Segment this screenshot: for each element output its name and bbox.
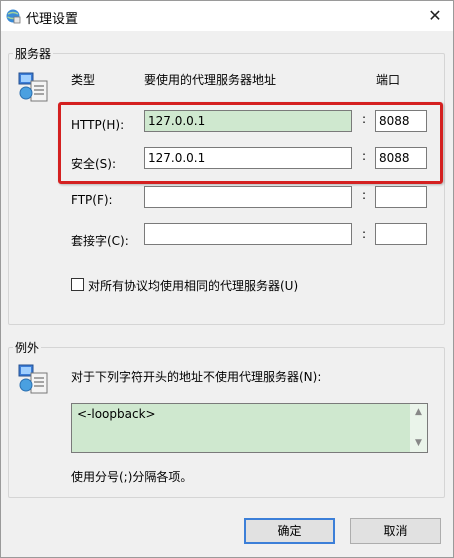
exceptions-group-label: 例外 — [13, 339, 42, 356]
servers-group-label: 服务器 — [13, 45, 54, 62]
scroll-down-icon[interactable]: ▼ — [410, 435, 427, 452]
socks-colon: : — [362, 227, 367, 241]
scroll-up-icon[interactable]: ▲ — [410, 404, 427, 421]
exceptions-scrollbar[interactable]: ▲ ▼ — [410, 404, 427, 452]
annotation-highlight-box — [58, 102, 443, 184]
column-header-address: 要使用的代理服务器地址 — [144, 73, 277, 87]
window-title: 代理设置 — [26, 12, 79, 27]
ftp-address-field[interactable] — [144, 186, 352, 208]
ftp-colon: : — [362, 188, 367, 202]
exceptions-textarea[interactable]: <-loopback> ▲ ▼ — [71, 403, 428, 453]
ftp-label: FTP(F): — [71, 193, 113, 207]
exceptions-hint: 使用分号(;)分隔各项。 — [71, 470, 193, 484]
ftp-port-field[interactable] — [375, 186, 427, 208]
network-list-icon — [18, 364, 48, 394]
close-icon[interactable]: ✕ — [417, 1, 453, 31]
ok-button[interactable]: 确定 — [244, 518, 335, 544]
proxy-settings-dialog: 代理设置 ✕ 服务器 类型 要使用的代理服务器地址 端口 HTTP(H): 12… — [0, 0, 454, 558]
same-proxy-label[interactable]: 对所有协议均使用相同的代理服务器(U) — [88, 277, 298, 294]
network-computer-icon — [18, 72, 48, 102]
cancel-button[interactable]: 取消 — [350, 518, 441, 544]
column-header-type: 类型 — [71, 73, 96, 87]
exceptions-description: 对于下列字符开头的地址不使用代理服务器(N): — [71, 370, 322, 384]
internet-options-icon — [6, 9, 21, 24]
socks-address-field[interactable] — [144, 223, 352, 245]
column-header-port: 端口 — [376, 73, 401, 87]
title-bar: 代理设置 ✕ — [1, 1, 453, 31]
exceptions-value: <-loopback> — [77, 407, 156, 421]
socks-port-field[interactable] — [375, 223, 427, 245]
same-proxy-checkbox[interactable] — [71, 278, 84, 291]
socks-label: 套接字(C): — [71, 234, 129, 248]
